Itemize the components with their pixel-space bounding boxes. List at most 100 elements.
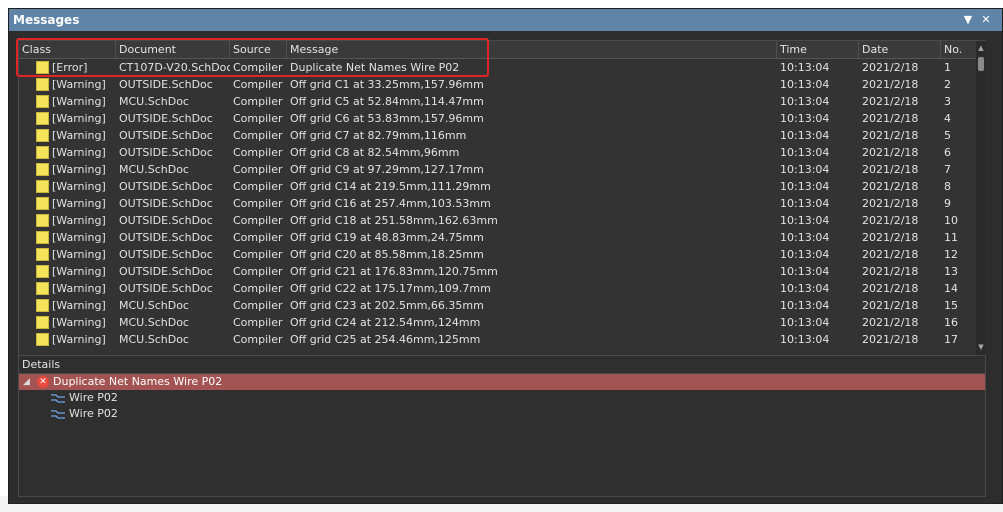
message-class-icon xyxy=(36,231,49,244)
table-row[interactable]: [Warning] OUTSIDE.SchDoc Compiler Off grid … xyxy=(19,263,977,280)
cell-date: 2021/2/18 xyxy=(862,146,919,159)
dropdown-arrow-icon[interactable]: ▼ xyxy=(961,9,975,31)
table-row[interactable]: [Warning] OUTSIDE.SchDoc Compiler Off grid … xyxy=(19,110,977,127)
cell-source: Compiler xyxy=(233,333,283,346)
cell-class: [Warning] xyxy=(52,231,106,244)
table-row[interactable]: [Error] CT107D-V20.SchDoc Compiler Duplicat… xyxy=(19,59,977,76)
table-row[interactable]: [Warning] OUTSIDE.SchDoc Compiler Off grid … xyxy=(19,178,977,195)
message-class-icon xyxy=(36,265,49,278)
table-row[interactable]: [Warning] OUTSIDE.SchDoc Compiler Off grid … xyxy=(19,246,977,263)
cell-class: [Warning] xyxy=(52,197,106,210)
cell-time: 10:13:04 xyxy=(780,299,830,312)
cell-date: 2021/2/18 xyxy=(862,112,919,125)
cell-class: [Warning] xyxy=(52,316,106,329)
cell-document: OUTSIDE.SchDoc xyxy=(119,248,213,261)
column-header-no[interactable]: No. xyxy=(941,41,977,58)
cell-number: 10 xyxy=(944,214,958,227)
error-icon: ✕ xyxy=(37,376,49,388)
cell-message: Off grid C5 at 52.84mm,114.47mm xyxy=(290,95,484,108)
table-row[interactable]: [Warning] OUTSIDE.SchDoc Compiler Off grid … xyxy=(19,144,977,161)
table-scrollbar[interactable]: ▲ ▼ xyxy=(976,41,986,356)
cell-message: Off grid C21 at 176.83mm,120.75mm xyxy=(290,265,498,278)
table-row[interactable]: [Warning] MCU.SchDoc Compiler Off grid C24 … xyxy=(19,314,977,331)
table-row[interactable]: [Warning] OUTSIDE.SchDoc Compiler Off grid … xyxy=(19,212,977,229)
cell-class: [Warning] xyxy=(52,299,106,312)
cell-time: 10:13:04 xyxy=(780,248,830,261)
cell-source: Compiler xyxy=(233,163,283,176)
cell-number: 1 xyxy=(944,61,951,74)
table-row[interactable]: [Warning] MCU.SchDoc Compiler Off grid C23 … xyxy=(19,297,977,314)
cell-number: 2 xyxy=(944,78,951,91)
close-icon[interactable]: ✕ xyxy=(979,9,993,31)
cell-source: Compiler xyxy=(233,112,283,125)
column-header-class[interactable]: Class xyxy=(19,41,116,58)
table-row[interactable]: [Warning] MCU.SchDoc Compiler Off grid C5 a… xyxy=(19,93,977,110)
cell-document: OUTSIDE.SchDoc xyxy=(119,146,213,159)
cell-date: 2021/2/18 xyxy=(862,214,919,227)
cell-number: 13 xyxy=(944,265,958,278)
messages-panel: Messages ▼ ✕ Class Document Source Messa… xyxy=(8,8,1003,504)
scrollbar-thumb[interactable] xyxy=(978,57,984,71)
cell-number: 12 xyxy=(944,248,958,261)
table-row[interactable]: [Warning] OUTSIDE.SchDoc Compiler Off grid … xyxy=(19,195,977,212)
cell-time: 10:13:04 xyxy=(780,112,830,125)
cell-time: 10:13:04 xyxy=(780,146,830,159)
details-selected-label: Duplicate Net Names Wire P02 xyxy=(53,375,223,388)
cell-document: MCU.SchDoc xyxy=(119,333,189,346)
cell-date: 2021/2/18 xyxy=(862,316,919,329)
message-class-icon xyxy=(36,129,49,142)
cell-message: Off grid C14 at 219.5mm,111.29mm xyxy=(290,180,491,193)
scroll-up-arrow-icon[interactable]: ▲ xyxy=(977,44,985,52)
cell-source: Compiler xyxy=(233,231,283,244)
cell-class: [Warning] xyxy=(52,265,106,278)
cell-source: Compiler xyxy=(233,180,283,193)
message-class-icon xyxy=(36,197,49,210)
cell-document: OUTSIDE.SchDoc xyxy=(119,282,213,295)
table-row[interactable]: [Warning] OUTSIDE.SchDoc Compiler Off grid … xyxy=(19,127,977,144)
column-header-message[interactable]: Message xyxy=(287,41,777,58)
table-row[interactable]: [Warning] OUTSIDE.SchDoc Compiler Off grid … xyxy=(19,76,977,93)
cell-time: 10:13:04 xyxy=(780,95,830,108)
cell-date: 2021/2/18 xyxy=(862,333,919,346)
cell-source: Compiler xyxy=(233,95,283,108)
cell-date: 2021/2/18 xyxy=(862,95,919,108)
cell-message: Off grid C9 at 97.29mm,127.17mm xyxy=(290,163,484,176)
cell-number: 16 xyxy=(944,316,958,329)
cell-number: 14 xyxy=(944,282,958,295)
cell-message: Off grid C23 at 202.5mm,66.35mm xyxy=(290,299,484,312)
scroll-down-arrow-icon[interactable]: ▼ xyxy=(977,343,985,351)
details-child-item[interactable]: Wire P02 xyxy=(19,390,419,406)
column-header-date[interactable]: Date xyxy=(859,41,941,58)
message-class-icon xyxy=(36,214,49,227)
table-row[interactable]: [Warning] MCU.SchDoc Compiler Off grid C9 a… xyxy=(19,161,977,178)
cell-message: Off grid C25 at 254.46mm,125mm xyxy=(290,333,481,346)
column-header-document[interactable]: Document xyxy=(116,41,230,58)
table-row[interactable]: [Warning] OUTSIDE.SchDoc Compiler Off grid … xyxy=(19,229,977,246)
cell-class: [Warning] xyxy=(52,180,106,193)
cell-time: 10:13:04 xyxy=(780,282,830,295)
details-label: Details xyxy=(22,358,61,371)
cell-source: Compiler xyxy=(233,78,283,91)
cell-time: 10:13:04 xyxy=(780,197,830,210)
table-header: Class Document Source Message Time Date … xyxy=(19,41,977,59)
column-header-source[interactable]: Source xyxy=(230,41,287,58)
panel-title-bar: Messages ▼ ✕ xyxy=(9,9,1002,31)
table-row[interactable]: [Warning] OUTSIDE.SchDoc Compiler Off grid … xyxy=(19,280,977,297)
cell-number: 17 xyxy=(944,333,958,346)
table-row[interactable]: [Warning] MCU.SchDoc Compiler Off grid C25 … xyxy=(19,331,977,348)
cell-date: 2021/2/18 xyxy=(862,78,919,91)
cell-document: MCU.SchDoc xyxy=(119,95,189,108)
cell-number: 7 xyxy=(944,163,951,176)
wire-icon xyxy=(51,394,65,403)
cell-number: 3 xyxy=(944,95,951,108)
cell-number: 15 xyxy=(944,299,958,312)
cell-message: Off grid C16 at 257.4mm,103.53mm xyxy=(290,197,491,210)
details-selected-item[interactable]: ◢ ✕ Duplicate Net Names Wire P02 xyxy=(19,374,985,390)
expand-arrow-icon[interactable]: ◢ xyxy=(23,375,30,389)
cell-source: Compiler xyxy=(233,61,283,74)
cell-time: 10:13:04 xyxy=(780,214,830,227)
details-child-item[interactable]: Wire P02 xyxy=(19,406,419,422)
column-header-time[interactable]: Time xyxy=(777,41,859,58)
cell-document: OUTSIDE.SchDoc xyxy=(119,197,213,210)
cell-source: Compiler xyxy=(233,214,283,227)
